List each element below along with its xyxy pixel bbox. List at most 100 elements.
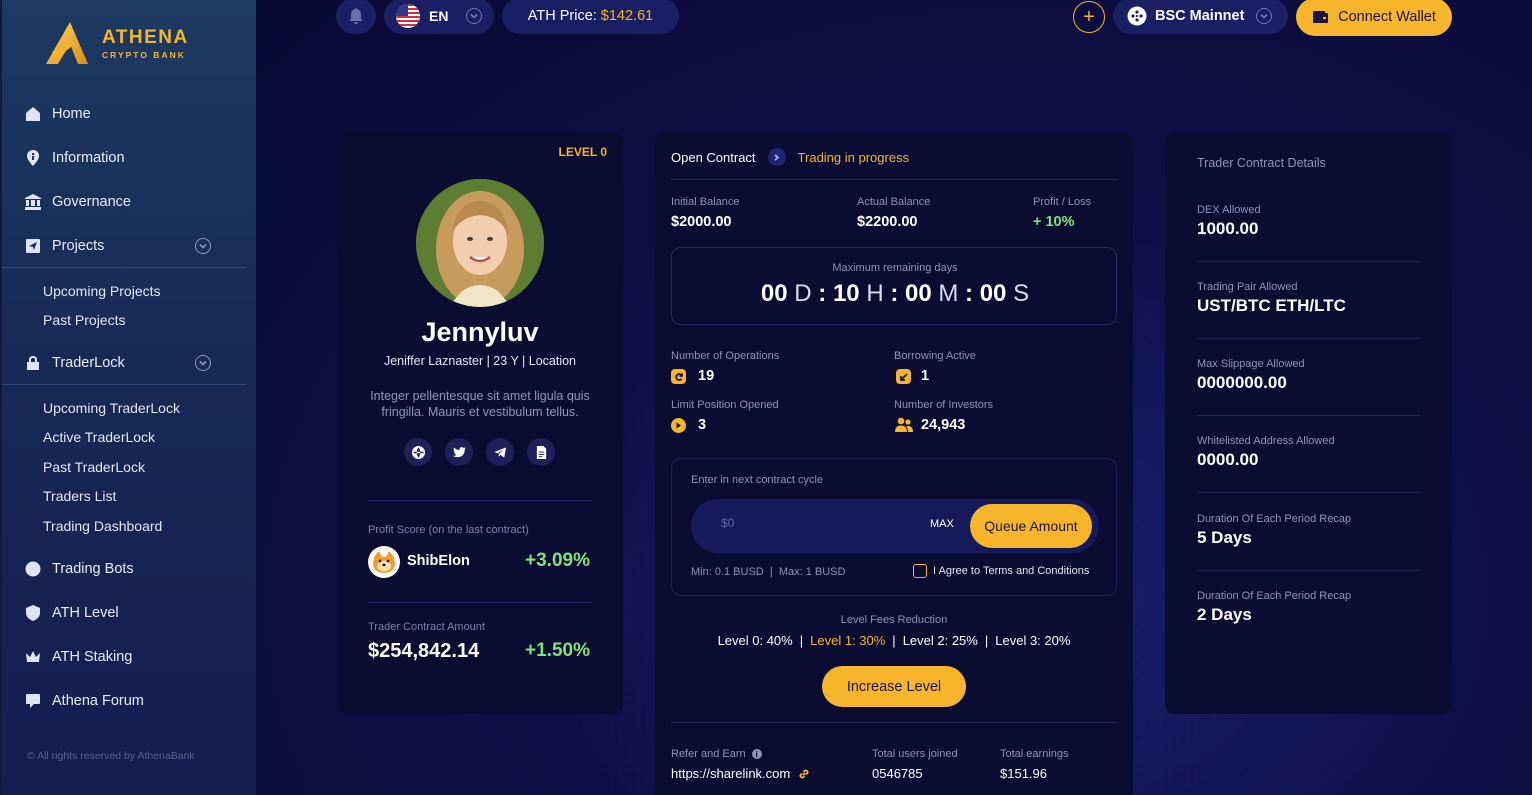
- sidebar-subitem-active-traderlock[interactable]: Active TraderLock: [43, 423, 258, 453]
- timer-unit: D: [787, 280, 819, 307]
- total-earnings-value: $151.96: [1000, 766, 1047, 781]
- sidebar-subitem-trading-dashboard[interactable]: Trading Dashboard: [43, 511, 258, 541]
- queue-amount-panel: Enter in next contract cycle MAX Queue A…: [671, 458, 1117, 596]
- copyright-text: © All rights reserved by AthenaBank: [27, 750, 195, 762]
- borrowing-value: 1: [921, 368, 930, 384]
- wallet-icon: [1313, 11, 1329, 23]
- twitter-icon[interactable]: [445, 438, 473, 466]
- terms-agreement[interactable]: I Agree to Terms and Conditions: [913, 564, 1089, 578]
- language-label: EN: [429, 8, 449, 24]
- sidebar-subitem-traders-list[interactable]: Traders List: [43, 482, 258, 512]
- sidebar-item-label: ATH Staking: [52, 648, 133, 665]
- trader-profile-card: LEVEL 0 Jennyluv Jeniffer Laznaster | 23…: [337, 132, 623, 714]
- globe-icon[interactable]: [404, 438, 432, 466]
- send-box-icon: [25, 238, 41, 254]
- trader-bio: Integer pellentesque sit amet ligula qui…: [370, 389, 590, 419]
- sidebar-subitem-past-projects[interactable]: Past Projects: [43, 306, 258, 336]
- crown-icon: [25, 649, 41, 665]
- investors-label: Number of Investors: [894, 399, 994, 411]
- total-earnings-label: Total earnings: [1000, 748, 1069, 760]
- contract-amount-percent: +1.50%: [525, 640, 590, 661]
- notifications-button[interactable]: [336, 0, 376, 34]
- price-value: $142.61: [600, 8, 654, 24]
- language-selector[interactable]: EN: [384, 0, 494, 34]
- sidebar-item-ath-staking[interactable]: ATH Staking: [2, 635, 258, 679]
- detail-row-max-slippage: Max Slippage Allowed 0000000.00: [1197, 358, 1420, 416]
- brand-tagline: CRYPTO BANK: [102, 49, 186, 60]
- chevron-down-icon[interactable]: [195, 238, 211, 254]
- timer-label: Maximum remaining days: [832, 262, 958, 274]
- profit-loss-label: Profit / Loss: [1033, 196, 1092, 208]
- trader-name: Jennyluv: [421, 317, 539, 347]
- investors-value: 24,943: [921, 417, 966, 433]
- add-token-button[interactable]: +: [1073, 1, 1105, 33]
- sidebar-item-trading-bots[interactable]: Trading Bots: [2, 547, 258, 591]
- sidebar-subitem-upcoming-traderlock[interactable]: Upcoming TraderLock: [43, 393, 258, 423]
- sidebar-item-traderlock[interactable]: TraderLock: [2, 341, 246, 385]
- detail-value: 2 Days: [1197, 605, 1252, 624]
- shield-check-icon: [25, 604, 41, 621]
- fee-level-0: Level 0: 40%: [717, 633, 793, 648]
- countdown-timer: Maximum remaining days 00 D : 10 H : 00 …: [671, 247, 1117, 325]
- timer-hours: 10: [832, 280, 860, 307]
- sidebar-item-label: Governance: [52, 194, 131, 210]
- plus-icon: +: [1083, 6, 1095, 28]
- operations-label: Number of Operations: [671, 350, 780, 362]
- fee-level-2: Level 2: 25%: [902, 633, 978, 648]
- timer-unit: H: [859, 280, 891, 307]
- sidebar-item-governance[interactable]: Governance: [2, 180, 258, 224]
- timer-unit: M: [931, 280, 966, 307]
- initial-balance-label: Initial Balance: [671, 196, 740, 208]
- detail-label: Whitelisted Address Allowed: [1197, 435, 1335, 447]
- open-contract-card: Open Contract Trading in progress Initia…: [655, 132, 1133, 795]
- coin-name: ShibElon: [407, 553, 470, 569]
- initial-balance-value: $2000.00: [671, 214, 732, 230]
- sidebar-nav: Home Information Governance Projects Upc…: [2, 92, 258, 723]
- chevron-down-icon[interactable]: [195, 355, 211, 371]
- refer-earn-label: Refer and Earn i: [671, 748, 762, 760]
- shibelon-coin-icon: [368, 546, 400, 578]
- detail-label: Trading Pair Allowed: [1197, 281, 1298, 293]
- terms-checkbox[interactable]: [913, 564, 927, 578]
- open-contract-label: Open Contract: [671, 149, 756, 165]
- sidebar-item-label: ATH Level: [52, 604, 119, 621]
- sidebar-item-home[interactable]: Home: [2, 92, 258, 136]
- detail-row-period-recap-2: Duration Of Each Period Recap 2 Days: [1197, 590, 1420, 648]
- detail-value: 0000000.00: [1197, 373, 1287, 392]
- timer-unit: S: [1006, 280, 1030, 307]
- queue-amount-input[interactable]: [721, 516, 901, 530]
- sidebar-item-label: Athena Forum: [52, 692, 144, 709]
- sidebar-subitem-upcoming-projects[interactable]: Upcoming Projects: [43, 276, 258, 306]
- detail-row-period-recap: Duration Of Each Period Recap 5 Days: [1197, 513, 1420, 571]
- limit-position-value: 3: [698, 417, 707, 433]
- timer-minutes: 00: [905, 280, 932, 307]
- separator: |: [984, 633, 989, 648]
- sidebar-item-ath-level[interactable]: ATH Level: [2, 591, 258, 635]
- contract-amount-value: $254,842.14: [368, 640, 480, 662]
- detail-label: Duration Of Each Period Recap: [1197, 513, 1352, 525]
- lock-icon: [25, 355, 41, 371]
- sidebar-item-information[interactable]: Information: [2, 136, 258, 180]
- copy-link-icon[interactable]: [798, 768, 810, 780]
- increase-level-button[interactable]: Increase Level: [822, 666, 966, 707]
- athena-logo-icon: [46, 22, 88, 64]
- telegram-icon[interactable]: [486, 438, 514, 466]
- sidebar-subitem-past-traderlock[interactable]: Past TraderLock: [43, 452, 258, 482]
- queue-amount-button[interactable]: Queue Amount: [970, 504, 1092, 548]
- info-icon[interactable]: i: [751, 749, 762, 759]
- max-button[interactable]: MAX: [930, 518, 954, 530]
- arrow-down-left-icon: [896, 369, 911, 384]
- network-selector[interactable]: BSC Mainnet: [1113, 0, 1288, 34]
- terms-label: I Agree to Terms and Conditions: [933, 565, 1090, 577]
- sidebar-item-athena-forum[interactable]: Athena Forum: [2, 679, 258, 723]
- level-fees: Level 0: 40% | Level 1: 30% | Level 2: 25% | L…: [655, 633, 1133, 648]
- sidebar-item-projects[interactable]: Projects: [2, 224, 246, 268]
- separator: |: [892, 633, 896, 648]
- logo[interactable]: ATHENA CRYPTO BANK: [44, 20, 189, 66]
- connect-wallet-button[interactable]: Connect Wallet: [1296, 0, 1452, 36]
- detail-row-dex-allowed: DEX Allowed 1000.00: [1197, 204, 1420, 262]
- document-icon[interactable]: [527, 438, 555, 466]
- sidebar-item-label: Projects: [52, 237, 105, 254]
- us-flag-icon: [396, 4, 420, 28]
- refer-link[interactable]: https://sharelink.com: [671, 766, 810, 781]
